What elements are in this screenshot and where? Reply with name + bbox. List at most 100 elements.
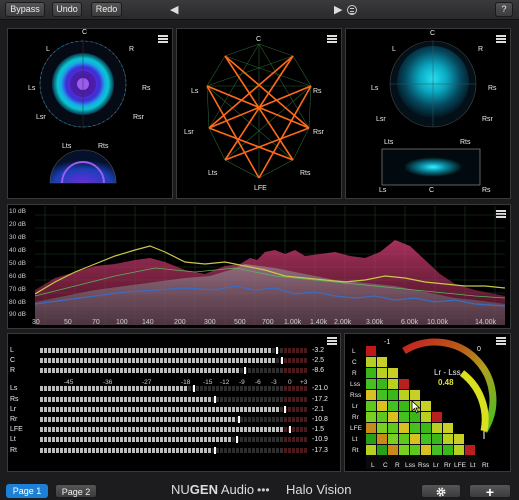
meter-value: -17.3 — [312, 447, 328, 454]
matrix-col-label: L — [371, 462, 375, 469]
matrix-cell[interactable] — [377, 434, 387, 444]
matrix-cell[interactable] — [410, 434, 420, 444]
matrix-cell[interactable] — [366, 379, 376, 389]
matrix-cell[interactable] — [399, 434, 409, 444]
redo-button[interactable]: Redo — [91, 2, 122, 17]
spectrum-y-tick: 30 dB — [9, 234, 26, 241]
matrix-row-label: Rr — [352, 414, 359, 421]
matrix-cell[interactable] — [421, 401, 431, 411]
undo-button[interactable]: Undo — [52, 2, 82, 17]
meter-bar — [40, 416, 308, 423]
matrix-cell[interactable] — [454, 445, 464, 455]
page-1-button[interactable]: Page 1 — [6, 484, 48, 498]
field-label-rts: Rts — [460, 139, 471, 146]
matrix-cell[interactable] — [366, 401, 376, 411]
matrix-cell[interactable] — [377, 412, 387, 422]
matrix-col-label: Rt — [482, 462, 489, 469]
matrix-cell[interactable] — [377, 357, 387, 367]
matrix-cell[interactable] — [366, 445, 376, 455]
field-label-l: L — [392, 46, 396, 53]
matrix-cell[interactable] — [366, 346, 376, 356]
matrix-cell[interactable] — [399, 412, 409, 422]
matrix-cell[interactable] — [410, 423, 420, 433]
matrix-cell[interactable] — [388, 379, 398, 389]
meter-label: Lr — [10, 406, 17, 413]
matrix-cell[interactable] — [377, 390, 387, 400]
matrix-cell[interactable] — [432, 434, 442, 444]
matrix-cell[interactable] — [366, 368, 376, 378]
matrix-cell[interactable] — [432, 412, 442, 422]
spectrum-x-tick: 14.00k — [475, 319, 497, 326]
meter-scale-tick: -27 — [142, 379, 152, 386]
matrix-cell[interactable] — [388, 368, 398, 378]
page-2-button[interactable]: Page 2 — [55, 484, 97, 498]
brand-gen: GEN — [189, 482, 218, 497]
matrix-cell[interactable] — [377, 368, 387, 378]
matrix-cell[interactable] — [443, 434, 453, 444]
preset-menu-icon[interactable] — [347, 5, 357, 15]
prev-preset-icon[interactable]: ◀ — [170, 0, 178, 20]
matrix-cell[interactable] — [432, 445, 442, 455]
matrix-cell[interactable] — [410, 390, 420, 400]
channel-label-r: R — [129, 46, 135, 53]
matrix-cell[interactable] — [399, 390, 409, 400]
matrix-cell[interactable] — [366, 390, 376, 400]
matrix-cell[interactable] — [443, 445, 453, 455]
matrix-cell[interactable] — [366, 357, 376, 367]
matrix-cell[interactable] — [443, 423, 453, 433]
matrix-cell[interactable] — [388, 390, 398, 400]
meter-bar — [40, 447, 308, 454]
matrix-cell[interactable] — [421, 423, 431, 433]
matrix-cell[interactable] — [377, 423, 387, 433]
matrix-cell[interactable] — [399, 401, 409, 411]
matrix-col-label: Lt — [470, 462, 476, 469]
settings-button[interactable] — [421, 484, 461, 498]
spectrum-y-tick: 80 dB — [9, 299, 26, 306]
meter-scale-tick: -45 — [64, 379, 74, 386]
matrix-cell[interactable] — [432, 423, 442, 433]
mouse-cursor-icon — [411, 400, 421, 414]
matrix-cell[interactable] — [421, 434, 431, 444]
bypass-button[interactable]: Bypass — [5, 2, 45, 17]
matrix-cell[interactable] — [388, 445, 398, 455]
matrix-cell[interactable] — [465, 445, 475, 455]
meter-bar — [40, 406, 308, 413]
matrix-cell[interactable] — [421, 412, 431, 422]
matrix-cell[interactable] — [388, 401, 398, 411]
matrix-col-label: C — [383, 462, 388, 469]
meter-bar — [40, 426, 308, 433]
pair-value: 0.48 — [438, 378, 454, 387]
matrix-cell[interactable] — [454, 434, 464, 444]
matrix-cell[interactable] — [377, 445, 387, 455]
matrix-cell[interactable] — [388, 412, 398, 422]
matrix-cell[interactable] — [377, 401, 387, 411]
matrix-cell[interactable] — [366, 423, 376, 433]
meter-scale-tick: -6 — [255, 379, 261, 386]
spectrum-x-tick: 30 — [32, 319, 40, 326]
matrix-cell[interactable] — [388, 434, 398, 444]
matrix-cell[interactable] — [399, 379, 409, 389]
matrix-cell[interactable] — [399, 423, 409, 433]
spectrum-y-tick: 90 dB — [9, 311, 26, 318]
field-label-rsr: Rsr — [482, 116, 493, 123]
matrix-cell[interactable] — [388, 423, 398, 433]
matrix-cell[interactable] — [410, 445, 420, 455]
matrix-cell[interactable] — [421, 445, 431, 455]
menu-icon[interactable] — [327, 337, 337, 345]
matrix-cell[interactable] — [366, 434, 376, 444]
matrix-cell[interactable] — [377, 379, 387, 389]
spectrum-y-tick: 50 dB — [9, 260, 26, 267]
matrix-cell[interactable] — [399, 445, 409, 455]
gear-icon — [436, 487, 446, 497]
matrix-cell[interactable] — [366, 412, 376, 422]
matrix-row-label: Lt — [352, 436, 358, 443]
product-name: Halo Vision — [286, 482, 352, 497]
next-preset-icon[interactable]: ▶ — [334, 0, 342, 20]
help-button[interactable]: ? — [495, 2, 513, 17]
add-panel-button[interactable]: + — [469, 484, 511, 499]
gauge-zero-label: 0 — [477, 346, 481, 353]
matrix-row-label: Rt — [352, 447, 359, 454]
matrix-col-label: LFE — [454, 462, 466, 469]
footer-bar: Page 1 Page 2 NUGEN Audio ••• Halo Visio… — [0, 480, 519, 500]
spectrum-x-tick: 100 — [116, 319, 128, 326]
